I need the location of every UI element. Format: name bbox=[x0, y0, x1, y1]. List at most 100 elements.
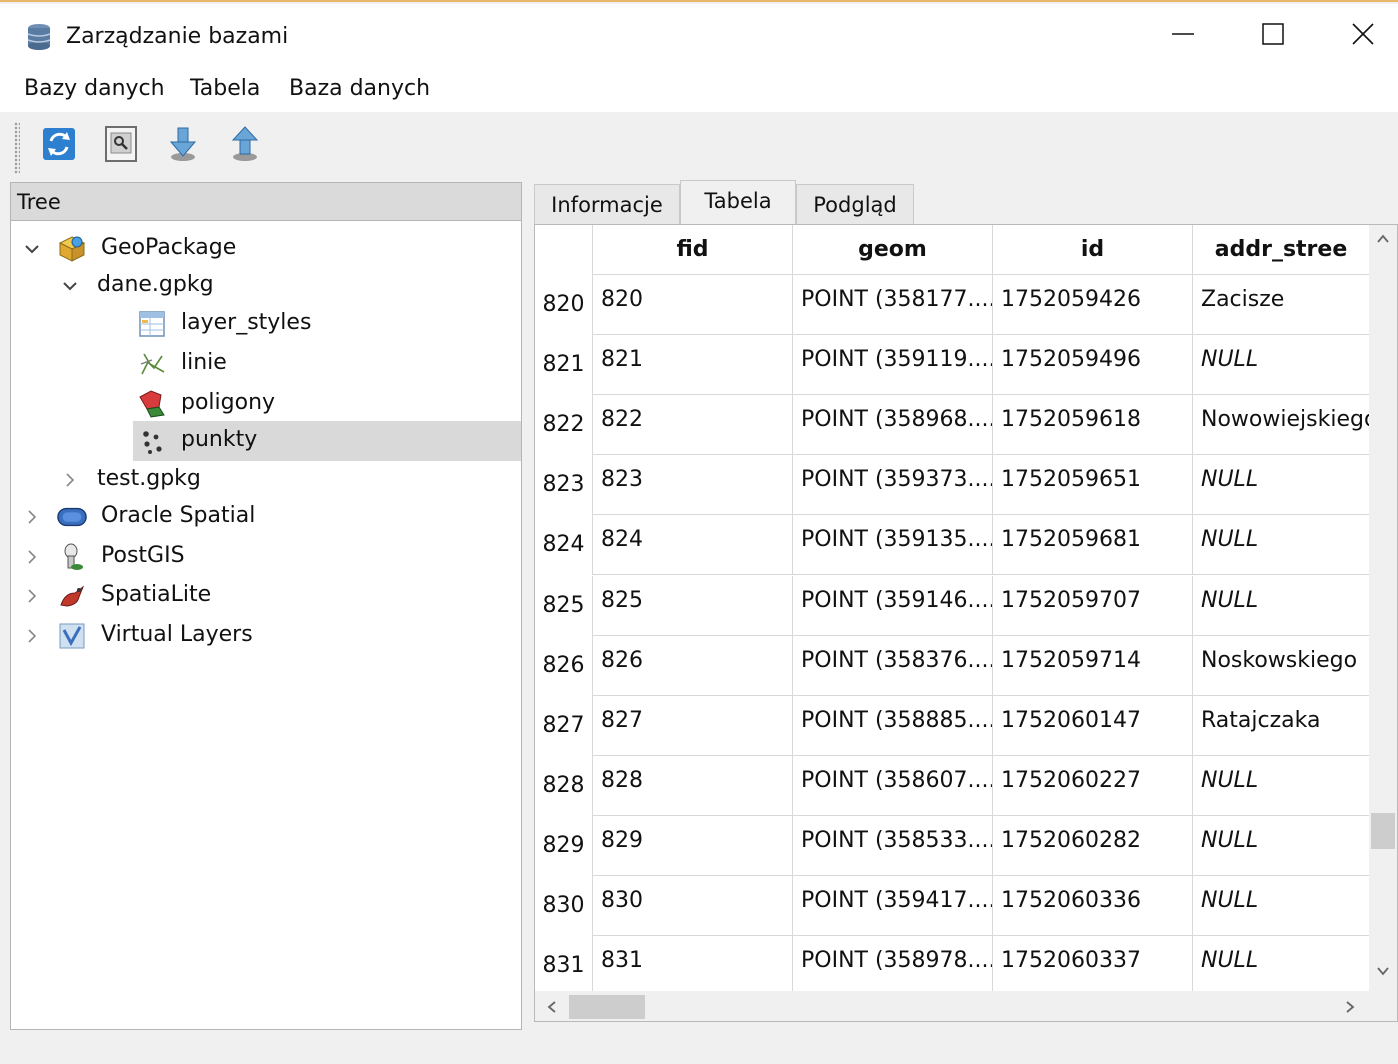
cell-fid[interactable]: 831 bbox=[593, 936, 793, 997]
table-row[interactable]: 831 831 POINT (358978.... 1752060337 NULL bbox=[535, 936, 1369, 997]
cell-addr-street[interactable]: Ratajczaka bbox=[1193, 696, 1369, 756]
cell-addr-street[interactable]: NULL bbox=[1193, 936, 1369, 997]
chevron-right-icon[interactable] bbox=[21, 537, 43, 577]
tree-node-spatialite[interactable]: SpatiaLite bbox=[11, 576, 521, 616]
cell-fid[interactable]: 822 bbox=[593, 395, 793, 456]
cell-geom[interactable]: POINT (358885.... bbox=[793, 695, 993, 756]
tree-node-test-gpkg[interactable]: test.gpkg bbox=[11, 460, 521, 500]
tree-node-linie[interactable]: linie bbox=[11, 344, 521, 384]
menu-baza-danych[interactable]: Baza danych bbox=[289, 76, 430, 101]
cell-fid[interactable]: 827 bbox=[593, 695, 793, 756]
cell-addr-street[interactable]: NULL bbox=[1193, 816, 1369, 876]
cell-addr-street[interactable]: Nowowiejskiego bbox=[1193, 395, 1369, 456]
cell-addr-street[interactable]: NULL bbox=[1193, 876, 1369, 936]
cell-id[interactable]: 1752059496 bbox=[993, 335, 1193, 396]
cell-fid[interactable]: 826 bbox=[593, 635, 793, 696]
chevron-right-icon[interactable] bbox=[59, 460, 81, 500]
cell-geom[interactable]: POINT (358376.... bbox=[793, 635, 993, 696]
cell-geom[interactable]: POINT (359417.... bbox=[793, 876, 993, 936]
import-layer-button[interactable] bbox=[160, 124, 206, 170]
refresh-button[interactable] bbox=[36, 124, 82, 170]
table-row[interactable]: 824 824 POINT (359135.... 1752059681 NULL bbox=[535, 515, 1369, 576]
cell-id[interactable]: 1752059714 bbox=[993, 635, 1193, 696]
tree-node-virtual-layers[interactable]: Virtual Layers bbox=[11, 616, 521, 656]
table-row[interactable]: 823 823 POINT (359373.... 1752059651 NULL bbox=[535, 455, 1369, 516]
table-row[interactable]: 830 830 POINT (359417.... 1752060336 NULL bbox=[535, 876, 1369, 936]
cell-addr-street[interactable]: NULL bbox=[1193, 335, 1369, 396]
cell-id[interactable]: 1752059681 bbox=[993, 515, 1193, 576]
table-row[interactable]: 821 821 POINT (359119.... 1752059496 NULL bbox=[535, 335, 1369, 396]
tree-node-geopackage[interactable]: GeoPackage bbox=[11, 229, 521, 269]
cell-id[interactable]: 1752059426 bbox=[993, 275, 1193, 335]
chevron-down-icon[interactable] bbox=[59, 266, 81, 306]
scroll-up-icon[interactable] bbox=[1369, 225, 1397, 253]
table-row[interactable]: 828 828 POINT (358607.... 1752060227 NULL bbox=[535, 755, 1369, 816]
menu-bazy-danych[interactable]: Bazy danych bbox=[24, 76, 165, 101]
tree-node-punkty[interactable]: punkty bbox=[133, 421, 521, 461]
cell-fid[interactable]: 828 bbox=[593, 755, 793, 816]
tab-podglad[interactable]: Podgląd bbox=[796, 184, 914, 224]
column-header-geom[interactable]: geom bbox=[793, 225, 993, 275]
cell-fid[interactable]: 821 bbox=[593, 335, 793, 396]
tree-node-postgis[interactable]: PostGIS bbox=[11, 537, 521, 577]
column-header-addr-street[interactable]: addr_stree bbox=[1193, 225, 1369, 275]
scroll-right-icon[interactable] bbox=[1335, 991, 1365, 1021]
minimize-button[interactable] bbox=[1160, 14, 1206, 54]
cell-fid[interactable]: 820 bbox=[593, 275, 793, 335]
chevron-right-icon[interactable] bbox=[21, 576, 43, 616]
tab-tabela[interactable]: Tabela bbox=[680, 180, 796, 224]
cell-addr-street[interactable]: Noskowskiego bbox=[1193, 636, 1369, 696]
scroll-down-icon[interactable] bbox=[1369, 957, 1397, 985]
cell-id[interactable]: 1752060337 bbox=[993, 936, 1193, 997]
vertical-scroll-thumb[interactable] bbox=[1371, 813, 1395, 849]
row-number[interactable]: 831 bbox=[535, 936, 593, 997]
cell-id[interactable]: 1752059651 bbox=[993, 455, 1193, 516]
cell-addr-street[interactable]: NULL bbox=[1193, 756, 1369, 816]
table-row[interactable]: 826 826 POINT (358376.... 1752059714 Noskows… bbox=[535, 635, 1369, 696]
close-button[interactable] bbox=[1340, 14, 1386, 54]
cell-id[interactable]: 1752060227 bbox=[993, 755, 1193, 816]
cell-fid[interactable]: 824 bbox=[593, 515, 793, 576]
row-number[interactable]: 827 bbox=[535, 695, 593, 756]
cell-id[interactable]: 1752060336 bbox=[993, 876, 1193, 936]
maximize-button[interactable] bbox=[1250, 14, 1296, 54]
cell-addr-street[interactable]: NULL bbox=[1193, 515, 1369, 576]
table-row[interactable]: 822 822 POINT (358968.... 1752059618 Nowowie… bbox=[535, 395, 1369, 456]
cell-id[interactable]: 1752060282 bbox=[993, 815, 1193, 876]
cell-geom[interactable]: POINT (358607.... bbox=[793, 755, 993, 816]
corner-header[interactable] bbox=[535, 225, 593, 275]
row-number[interactable]: 821 bbox=[535, 335, 593, 396]
cell-fid[interactable]: 823 bbox=[593, 455, 793, 516]
row-number[interactable]: 826 bbox=[535, 635, 593, 696]
tree-node-oracle-spatial[interactable]: Oracle Spatial bbox=[11, 497, 521, 537]
column-header-id[interactable]: id bbox=[993, 225, 1193, 275]
menu-tabela[interactable]: Tabela bbox=[190, 76, 260, 101]
table-row[interactable]: 825 825 POINT (359146.... 1752059707 NULL bbox=[535, 575, 1369, 636]
cell-addr-street[interactable]: Zacisze bbox=[1193, 275, 1369, 335]
toolbar-grip[interactable] bbox=[14, 122, 20, 174]
cell-geom[interactable]: POINT (358968.... bbox=[793, 395, 993, 456]
cell-fid[interactable]: 829 bbox=[593, 815, 793, 876]
table-row[interactable]: 820 820 POINT (358177.... 1752059426 Zacisze bbox=[535, 275, 1369, 335]
horizontal-scroll-thumb[interactable] bbox=[569, 995, 645, 1019]
chevron-down-icon[interactable] bbox=[21, 229, 43, 269]
cell-geom[interactable]: POINT (359119.... bbox=[793, 335, 993, 396]
row-number[interactable]: 822 bbox=[535, 395, 593, 456]
row-number[interactable]: 824 bbox=[535, 515, 593, 576]
cell-fid[interactable]: 830 bbox=[593, 876, 793, 936]
cell-addr-street[interactable]: NULL bbox=[1193, 455, 1369, 516]
horizontal-scrollbar[interactable] bbox=[535, 991, 1397, 1021]
cell-geom[interactable]: POINT (358177.... bbox=[793, 275, 993, 335]
cell-id[interactable]: 1752059618 bbox=[993, 395, 1193, 456]
cell-id[interactable]: 1752060147 bbox=[993, 695, 1193, 756]
row-number[interactable]: 825 bbox=[535, 575, 593, 636]
table-row[interactable]: 829 829 POINT (358533.... 1752060282 NULL bbox=[535, 815, 1369, 876]
vertical-scrollbar[interactable] bbox=[1369, 225, 1397, 991]
tab-informacje[interactable]: Informacje bbox=[534, 184, 680, 224]
row-number[interactable]: 829 bbox=[535, 815, 593, 876]
cell-geom[interactable]: POINT (359135.... bbox=[793, 515, 993, 576]
row-number[interactable]: 820 bbox=[535, 275, 593, 335]
sql-window-button[interactable] bbox=[98, 124, 144, 170]
cell-fid[interactable]: 825 bbox=[593, 575, 793, 636]
tree-node-layer-styles[interactable]: layer_styles bbox=[11, 304, 521, 344]
